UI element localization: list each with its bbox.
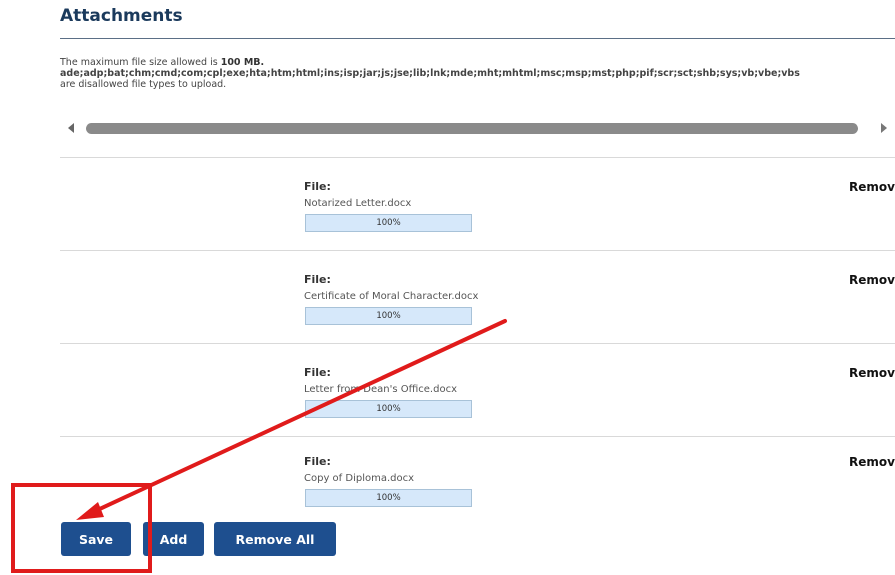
progress-text: 100% xyxy=(376,493,401,503)
remove-file-link[interactable]: Remove xyxy=(849,273,895,287)
remove-all-button[interactable]: Remove All xyxy=(214,522,336,556)
save-button[interactable]: Save xyxy=(61,522,131,556)
scrollbar-thumb[interactable] xyxy=(86,123,858,134)
file-label: File: xyxy=(304,180,331,193)
file-row: File: Certificate of Moral Character.doc… xyxy=(60,251,895,344)
disallowed-suffix: are disallowed file types to upload. xyxy=(60,79,227,90)
upload-progress-bar: 100% xyxy=(305,489,472,507)
file-name: Certificate of Moral Character.docx xyxy=(304,291,479,302)
progress-text: 100% xyxy=(376,404,401,414)
max-size-value: 100 MB. xyxy=(220,57,265,68)
upload-progress-bar: 100% xyxy=(305,307,472,325)
horizontal-scrollbar[interactable] xyxy=(68,119,895,139)
max-size-prefix: The maximum file size allowed is xyxy=(60,57,221,68)
file-name: Notarized Letter.docx xyxy=(304,198,412,209)
section-divider xyxy=(60,38,895,39)
file-label: File: xyxy=(304,366,331,379)
file-name: Copy of Diploma.docx xyxy=(304,473,415,484)
section-title: Attachments xyxy=(60,6,183,26)
progress-text: 100% xyxy=(376,311,401,321)
max-size-line: The maximum file size allowed is 100 MB. xyxy=(60,57,800,68)
scroll-right-arrow-icon[interactable] xyxy=(881,123,887,133)
upload-progress-bar: 100% xyxy=(305,400,472,418)
file-row: File: Copy of Diploma.docx 100% Remove xyxy=(60,433,895,525)
upload-info: The maximum file size allowed is 100 MB.… xyxy=(60,57,800,90)
file-row: File: Letter from Dean's Office.docx 100… xyxy=(60,344,895,437)
file-name: Letter from Dean's Office.docx xyxy=(304,384,457,395)
file-row: File: Notarized Letter.docx 100% Remove xyxy=(60,158,895,251)
add-button[interactable]: Add xyxy=(143,522,204,556)
remove-file-link[interactable]: Remove xyxy=(849,180,895,194)
remove-file-link[interactable]: Remove xyxy=(849,366,895,380)
upload-progress-bar: 100% xyxy=(305,214,472,232)
remove-file-link[interactable]: Remove xyxy=(849,455,895,469)
progress-text: 100% xyxy=(376,218,401,228)
file-label: File: xyxy=(304,273,331,286)
scroll-left-arrow-icon[interactable] xyxy=(68,123,74,133)
file-label: File: xyxy=(304,455,331,468)
disallowed-types: ade;adp;bat;chm;cmd;com;cpl;exe;hta;htm;… xyxy=(60,68,800,79)
